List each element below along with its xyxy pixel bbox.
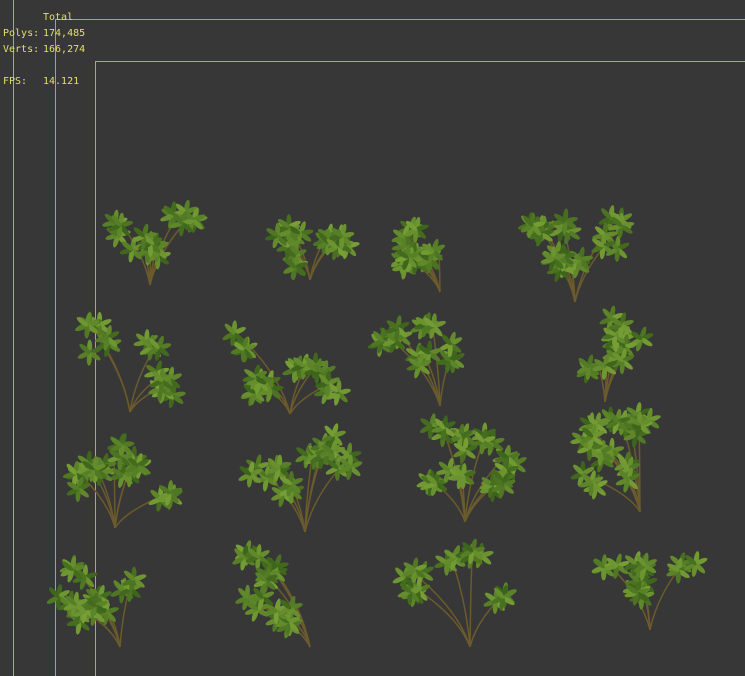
plant — [46, 555, 147, 648]
plant — [517, 205, 635, 303]
plant — [367, 312, 465, 407]
plant — [238, 423, 363, 533]
fps-value: 14.121 — [43, 76, 80, 87]
plant — [390, 216, 446, 293]
verts-value: 166,274 — [43, 44, 86, 55]
plant — [222, 320, 351, 415]
plant — [392, 538, 517, 648]
plant — [416, 413, 527, 523]
plant — [265, 213, 360, 281]
verts-label: Verts: — [3, 44, 40, 55]
plant — [591, 551, 708, 631]
polys-label: Polys: — [3, 28, 40, 39]
plant-stem — [452, 562, 471, 648]
plant-models — [46, 199, 708, 648]
plant — [570, 402, 661, 513]
plant — [75, 311, 186, 413]
viewport[interactable]: Total Polys: 174,485 Verts: 166,274 FPS:… — [0, 0, 745, 676]
plant — [232, 540, 311, 648]
plant-stem — [98, 339, 131, 413]
polys-value: 174,485 — [43, 28, 86, 39]
fps-label: FPS: — [3, 76, 28, 87]
plant — [576, 305, 654, 403]
stats-header: Total — [43, 12, 74, 23]
plant — [102, 199, 208, 286]
plant — [62, 433, 183, 529]
